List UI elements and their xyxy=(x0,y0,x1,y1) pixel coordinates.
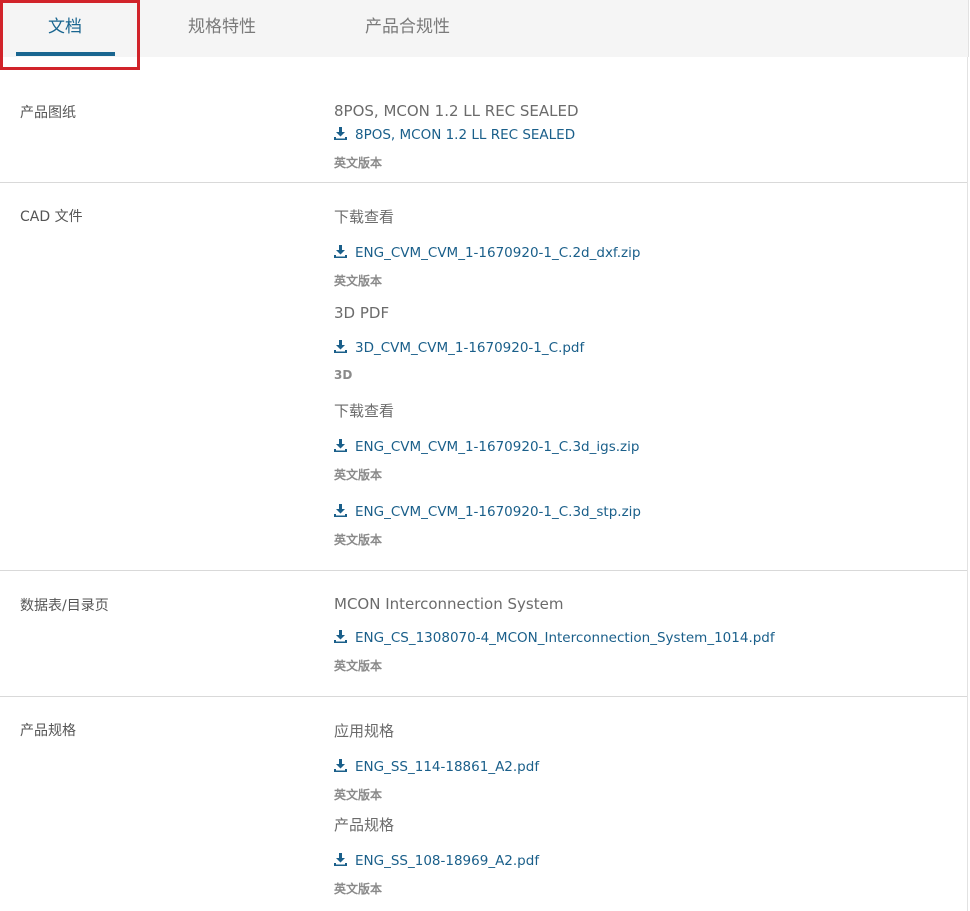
cad-version: 英文版本 xyxy=(334,274,383,288)
section-label-drawing: 产品图纸 xyxy=(20,105,76,121)
spec-link-text: ENG_SS_108-18969_A2.pdf xyxy=(355,853,540,869)
drawing-download-link[interactable]: 8POS, MCON 1.2 LL REC SEALED xyxy=(334,126,575,144)
cad-group-heading: 下载查看 xyxy=(334,208,395,226)
download-icon xyxy=(334,245,347,258)
cad-download-link[interactable]: ENG_CVM_CVM_1-1670920-1_C.2d_dxf.zip xyxy=(334,244,640,262)
spec-download-link[interactable]: ENG_SS_108-18969_A2.pdf xyxy=(334,852,539,870)
cad-version: 3D xyxy=(334,368,353,382)
cad-version: 英文版本 xyxy=(334,468,383,482)
download-icon xyxy=(334,439,347,452)
tab-features[interactable]: 规格特性 xyxy=(188,14,256,40)
spec-group-heading: 产品规格 xyxy=(334,816,395,834)
cad-version: 英文版本 xyxy=(334,533,383,547)
drawing-heading: 8POS, MCON 1.2 LL REC SEALED xyxy=(334,102,579,120)
spec-version: 英文版本 xyxy=(334,788,383,802)
section-divider xyxy=(0,182,967,183)
datasheet-version: 英文版本 xyxy=(334,659,383,673)
tab-compliance[interactable]: 产品合规性 xyxy=(365,14,450,40)
download-icon xyxy=(334,853,347,866)
spec-link-text: ENG_SS_114-18861_A2.pdf xyxy=(355,759,540,775)
cad-link-text: ENG_CVM_CVM_1-1670920-1_C.3d_stp.zip xyxy=(355,504,641,520)
drawing-link-text: 8POS, MCON 1.2 LL REC SEALED xyxy=(355,127,576,143)
highlight-annotation-box xyxy=(0,0,140,70)
cad-link-text: ENG_CVM_CVM_1-1670920-1_C.2d_dxf.zip xyxy=(355,245,641,261)
section-divider xyxy=(0,570,967,571)
cad-group-heading: 下载查看 xyxy=(334,402,395,420)
tab-bar: 文档 规格特性 产品合规性 xyxy=(0,0,969,57)
download-icon xyxy=(334,759,347,772)
section-label-spec: 产品规格 xyxy=(20,723,76,739)
download-icon xyxy=(334,340,347,353)
cad-link-text: ENG_CVM_CVM_1-1670920-1_C.3d_igs.zip xyxy=(355,439,640,455)
download-icon xyxy=(334,127,347,140)
cad-download-link[interactable]: ENG_CVM_CVM_1-1670920-1_C.3d_igs.zip xyxy=(334,438,639,456)
datasheet-download-link[interactable]: ENG_CS_1308070-4_MCON_Interconnection_Sy… xyxy=(334,629,775,647)
cad-group-heading: 3D PDF xyxy=(334,304,390,322)
download-icon xyxy=(334,630,347,643)
spec-group-heading: 应用规格 xyxy=(334,722,395,740)
drawing-version: 英文版本 xyxy=(334,156,383,170)
section-divider xyxy=(0,696,967,697)
section-label-cad: CAD 文件 xyxy=(20,209,83,225)
panel-border xyxy=(967,57,968,911)
datasheet-heading: MCON Interconnection System xyxy=(334,595,564,613)
cad-download-link[interactable]: 3D_CVM_CVM_1-1670920-1_C.pdf xyxy=(334,339,584,357)
section-label-datasheet: 数据表/目录页 xyxy=(20,598,109,614)
spec-version: 英文版本 xyxy=(334,882,383,896)
spec-download-link[interactable]: ENG_SS_114-18861_A2.pdf xyxy=(334,758,539,776)
download-icon xyxy=(334,504,347,517)
cad-download-link[interactable]: ENG_CVM_CVM_1-1670920-1_C.3d_stp.zip xyxy=(334,503,641,521)
cad-link-text: 3D_CVM_CVM_1-1670920-1_C.pdf xyxy=(355,340,585,356)
datasheet-link-text: ENG_CS_1308070-4_MCON_Interconnection_Sy… xyxy=(355,630,775,646)
